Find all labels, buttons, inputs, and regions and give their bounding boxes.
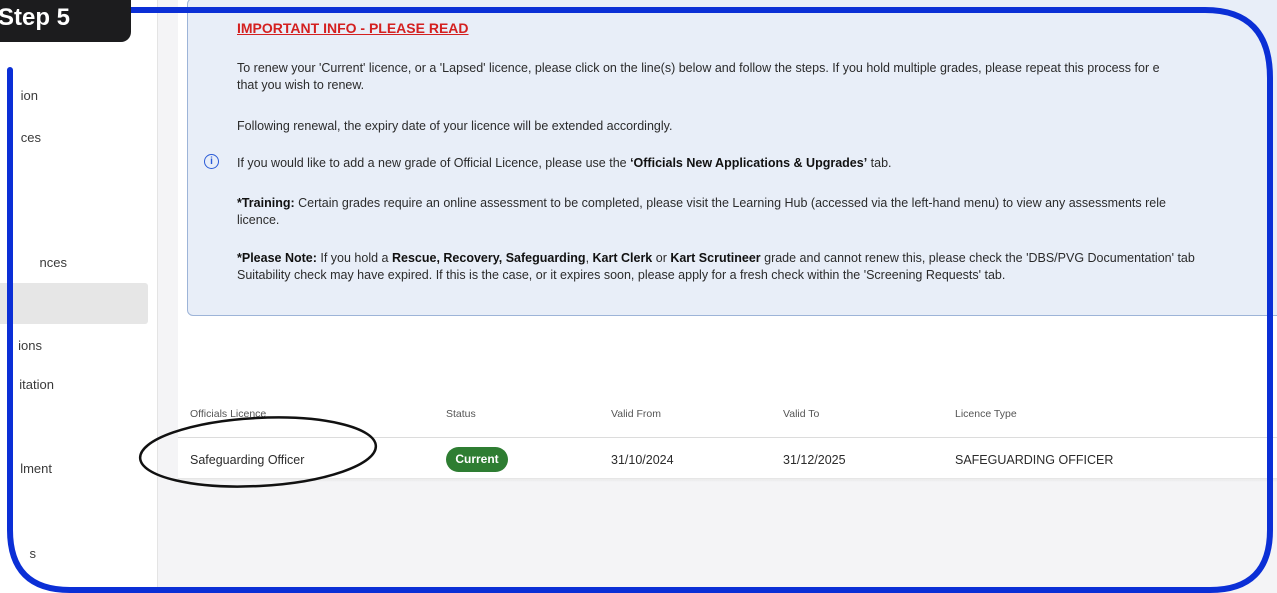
sidebar-item-label: ion — [20, 88, 38, 103]
info-note-grades: Rescue, Recovery, Safeguarding — [391, 251, 586, 265]
cell-valid-from: 31/10/2024 — [611, 453, 674, 467]
col-header-valid-from[interactable]: Valid From — [611, 408, 661, 420]
cell-valid-to: 31/12/2025 — [783, 453, 846, 467]
table-bottom-shadow — [178, 478, 1277, 482]
info-renew-line2: that you wish to renew. — [237, 78, 365, 92]
info-renew-text: To renew your 'Current' licence, or a 'L… — [237, 60, 1277, 94]
info-renew-line1: To renew your 'Current' licence, or a 'L… — [237, 61, 1160, 75]
info-note-kart-clerk: Kart Clerk — [592, 251, 653, 265]
info-new-grade-post: tab. — [867, 156, 892, 170]
info-new-grade-text: If you would like to add a new grade of … — [237, 155, 1277, 172]
status-badge: Current — [446, 447, 508, 472]
cell-licence-type: SAFEGUARDING OFFICER — [955, 453, 1114, 467]
table-header-divider — [178, 437, 1277, 438]
info-note-text: *Please Note: If you hold a Rescue, Reco… — [237, 250, 1277, 284]
info-new-grade-pre: If you would like to add a new grade of … — [237, 156, 631, 170]
info-note-fragment: or — [652, 251, 671, 265]
col-header-valid-to[interactable]: Valid To — [783, 408, 819, 420]
info-panel: IMPORTANT INFO - PLEASE READ To renew yo… — [187, 0, 1277, 316]
info-note-fragment: grade and cannot renew this, please chec… — [760, 251, 1195, 265]
info-note-kart-scrutineer: Kart Scrutineer — [670, 251, 761, 265]
info-training-label: *Training: — [237, 196, 295, 210]
screenshot-stage: ion ces nces ions itation lment s IMPORT… — [0, 0, 1277, 593]
info-note-label: *Please Note: — [237, 251, 317, 265]
sidebar: ion ces nces ions itation lment s — [0, 0, 158, 593]
info-circle-icon: i — [204, 154, 219, 169]
col-header-licence[interactable]: Officials Licence — [190, 408, 266, 420]
info-training-line1: Certain grades require an online assessm… — [294, 196, 1166, 210]
sidebar-item-label: itation — [19, 377, 54, 392]
col-header-licence-type[interactable]: Licence Type — [955, 408, 1017, 420]
sidebar-item-label: ces — [20, 130, 41, 145]
info-expiry-text: Following renewal, the expiry date of yo… — [237, 119, 673, 133]
info-note-line2: Suitability check may have expired. If t… — [237, 268, 1006, 282]
sidebar-item-label: ions — [18, 338, 42, 353]
info-title: IMPORTANT INFO - PLEASE READ — [237, 20, 469, 36]
info-training-line2: licence. — [237, 213, 280, 227]
sidebar-item-label: s — [29, 546, 37, 561]
info-note-fragment: , — [585, 251, 593, 265]
info-training-text: *Training: Certain grades require an onl… — [237, 195, 1277, 229]
cell-licence[interactable]: Safeguarding Officer — [190, 453, 304, 467]
info-new-grade-tab-name: ‘Officials New Applications & Upgrades’ — [630, 156, 868, 170]
info-note-fragment: If you hold a — [316, 251, 392, 265]
sidebar-active-highlight — [0, 283, 148, 324]
step-badge: Step 5 — [0, 0, 131, 42]
sidebar-item-label: lment — [20, 461, 52, 476]
col-header-status[interactable]: Status — [446, 408, 476, 420]
sidebar-item-label: nces — [39, 255, 67, 270]
